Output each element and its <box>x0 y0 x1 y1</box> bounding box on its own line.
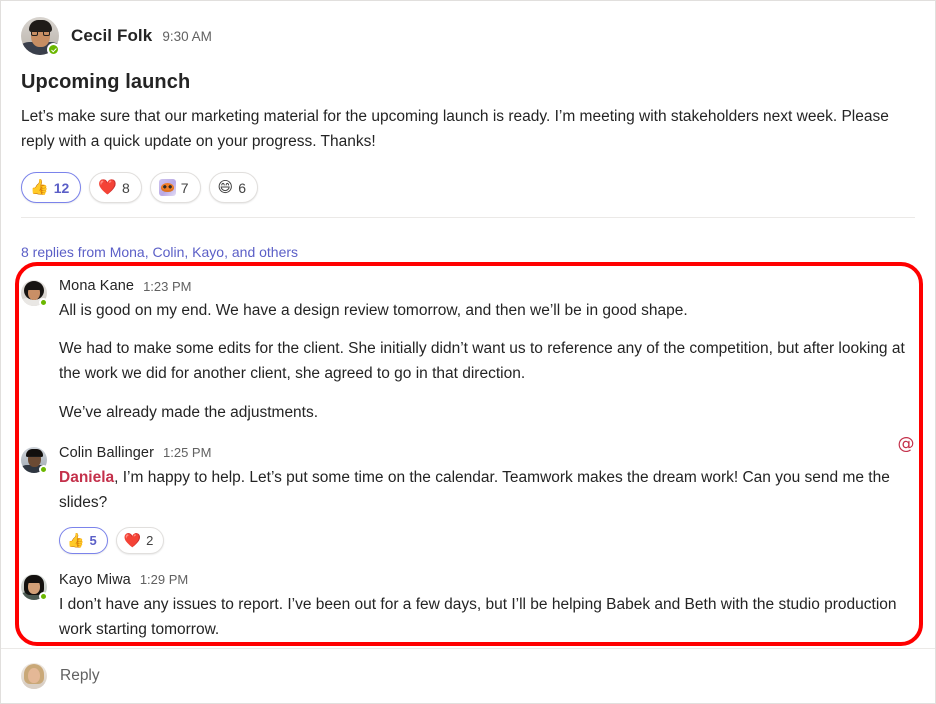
reaction-count: 5 <box>89 532 97 548</box>
root-message-header: Cecil Folk 9:30 AM <box>21 17 915 56</box>
reaction-pill-laughing[interactable]: 😄 6 <box>208 172 258 204</box>
reply-timestamp: 1:23 PM <box>143 278 192 294</box>
reply-input-placeholder[interactable]: Reply <box>60 667 100 685</box>
avatar[interactable] <box>21 446 48 474</box>
user-mention[interactable]: Daniela <box>59 469 114 486</box>
reply-reactions: 👍 5 ❤️ 2 <box>59 526 915 554</box>
section-divider <box>21 217 915 219</box>
reply-author: Kayo Miwa <box>59 571 131 588</box>
reply-compose-box[interactable]: Reply <box>1 649 935 703</box>
reaction-pill-thumbs-up[interactable]: 👍 5 <box>59 526 108 554</box>
reaction-pill-custom[interactable]: 7 <box>149 172 201 204</box>
heart-emoji: ❤️ <box>123 532 142 549</box>
presence-indicator-available <box>39 464 48 474</box>
reply-paragraph: I don’t have any issues to report. I’ve … <box>59 595 897 638</box>
laughing-emoji: 😄 <box>217 179 234 197</box>
replies-summary-link[interactable]: 8 replies from Mona, Colin, Kayo, and ot… <box>21 244 298 260</box>
thumbs-up-emoji: 👍 <box>30 179 49 197</box>
reply-item: Mona Kane 1:23 PM All is good on my end.… <box>21 268 915 428</box>
avatar[interactable] <box>21 17 60 56</box>
reaction-count: 6 <box>238 179 246 196</box>
reaction-count: 2 <box>146 532 154 548</box>
message-timestamp: 9:30 AM <box>162 29 212 44</box>
replies-list: Mona Kane 1:23 PM All is good on my end.… <box>1 268 935 646</box>
custom-emoji <box>158 179 176 197</box>
reply-timestamp: 1:29 PM <box>139 572 189 588</box>
presence-indicator-available <box>47 43 60 56</box>
root-message: Cecil Folk 9:30 AM Upcoming launch Let’s … <box>1 1 935 226</box>
message-subject: Upcoming launch <box>21 71 191 93</box>
reply-paragraph: We’ve already made the adjustments. <box>59 403 319 421</box>
thread-view: Cecil Folk 9:30 AM Upcoming launch Let’s … <box>0 0 936 704</box>
root-message-reactions: 👍 12 ❤️ 8 7 😄 6 <box>21 172 915 204</box>
reaction-pill-heart[interactable]: ❤️ 2 <box>115 526 165 554</box>
reply-author: Mona Kane <box>59 278 135 295</box>
reaction-count: 12 <box>53 179 70 196</box>
at-mention-icon: @ <box>897 433 915 454</box>
presence-indicator-available <box>39 591 48 601</box>
reply-paragraph: We had to make some edits for the client… <box>59 340 905 383</box>
reply-header: Colin Ballinger 1:25 PM <box>59 445 915 461</box>
reaction-count: 7 <box>180 179 189 196</box>
reply-paragraph: All is good on my end. We have a design … <box>59 302 688 320</box>
heart-emoji: ❤️ <box>98 179 117 197</box>
reply-text-rest: , I’m happy to help. Let’s put some time… <box>59 468 890 511</box>
reply-author: Colin Ballinger <box>59 444 154 461</box>
reply-item: Colin Ballinger 1:25 PM Daniela, I’m hap… <box>21 429 915 558</box>
avatar[interactable] <box>21 573 48 601</box>
message-author: Cecil Folk <box>71 26 153 45</box>
reaction-pill-thumbs-up[interactable]: 👍 12 <box>21 172 82 204</box>
avatar[interactable] <box>21 280 48 308</box>
reaction-count: 8 <box>121 179 130 196</box>
thumbs-up-emoji: 👍 <box>67 532 85 549</box>
reply-header: Kayo Miwa 1:29 PM <box>59 572 915 588</box>
reply-timestamp: 1:25 PM <box>163 445 212 461</box>
message-body: Let’s make sure that our marketing mater… <box>21 108 889 151</box>
reply-paragraph: Daniela, I’m happy to help. Let’s put so… <box>59 465 915 515</box>
reaction-pill-heart[interactable]: ❤️ 8 <box>89 172 142 204</box>
reply-item: Kayo Miwa 1:29 PM I don’t have any issue… <box>21 558 915 646</box>
avatar[interactable] <box>21 663 47 689</box>
reply-header: Mona Kane 1:23 PM <box>59 278 915 294</box>
